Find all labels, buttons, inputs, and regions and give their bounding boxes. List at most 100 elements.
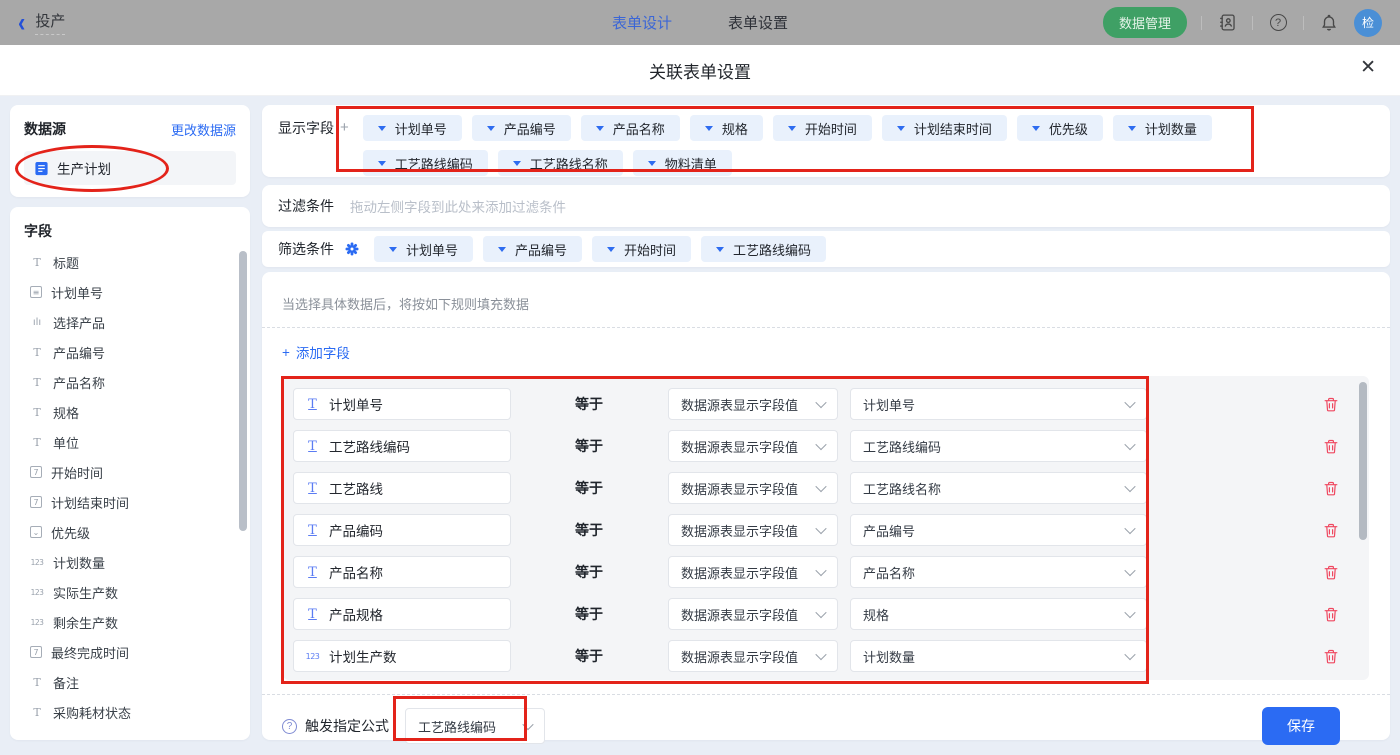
field-list-item[interactable]: 123 剩余生产数	[24, 607, 242, 637]
screen-field-chip[interactable]: 工艺路线编码	[701, 236, 827, 262]
text-icon: T	[308, 438, 317, 454]
field-list-item[interactable]: T 标题	[24, 247, 242, 277]
rule-source-select[interactable]: 数据源表显示字段值	[668, 430, 838, 462]
display-field-chip[interactable]: 计划单号	[362, 115, 462, 141]
rule-value-select[interactable]: 工艺路线名称	[850, 472, 1147, 504]
trash-icon[interactable]	[1323, 479, 1339, 497]
rule-source-value: 数据源表显示字段值	[681, 649, 799, 665]
back-icon[interactable]: ‹	[18, 9, 25, 35]
save-button[interactable]: 保存	[1262, 707, 1340, 745]
display-field-chip[interactable]: 规格	[689, 115, 763, 141]
bell-icon[interactable]	[1318, 12, 1340, 34]
rule-value-select[interactable]: 计划数量	[850, 640, 1147, 672]
screen-field-chip[interactable]: 计划单号	[374, 236, 474, 262]
screen-field-chips: 计划单号 产品编号 开始时间 工艺路线编码	[374, 236, 827, 262]
rule-source-select[interactable]: 数据源表显示字段值	[668, 514, 838, 546]
field-list-item[interactable]: T 规格	[24, 397, 242, 427]
rule-source-select[interactable]: 数据源表显示字段值	[668, 472, 838, 504]
text-icon: T	[33, 405, 41, 419]
display-field-chip[interactable]: 产品编号	[471, 115, 571, 141]
text-icon: T	[33, 705, 41, 719]
rule-field-box[interactable]: T 工艺路线编码	[293, 430, 511, 462]
rule-source-select[interactable]: 数据源表显示字段值	[668, 556, 838, 588]
field-list-item[interactable]: 7 最终完成时间	[24, 637, 242, 667]
rule-field-box[interactable]: T 产品名称	[293, 556, 511, 588]
screen-field-chip[interactable]: 产品编号	[483, 236, 583, 262]
rule-field-box[interactable]: T 产品编码	[293, 514, 511, 546]
field-list-item[interactable]: 123 实际生产数	[24, 577, 242, 607]
rule-value-select[interactable]: 计划单号	[850, 388, 1147, 420]
display-field-chip[interactable]: 产品名称	[580, 115, 680, 141]
rule-operator: 等于	[575, 648, 603, 664]
field-list-item[interactable]: T 单位	[24, 427, 242, 457]
rule-value-select[interactable]: 产品名称	[850, 556, 1147, 588]
rule-source-select[interactable]: 数据源表显示字段值	[668, 388, 838, 420]
rule-value-select[interactable]: 工艺路线编码	[850, 430, 1147, 462]
trash-icon[interactable]	[1323, 563, 1339, 581]
field-list-item[interactable]: T 产品名称	[24, 367, 242, 397]
address-book-icon[interactable]	[1216, 12, 1238, 34]
rule-source-select[interactable]: 数据源表显示字段值	[668, 640, 838, 672]
rule-field-box[interactable]: T 工艺路线	[293, 472, 511, 504]
trash-icon[interactable]	[1323, 437, 1339, 455]
trigger-field-select[interactable]: 工艺路线编码	[405, 708, 545, 744]
display-field-chip[interactable]: 优先级	[1016, 115, 1103, 141]
trash-icon[interactable]	[1323, 395, 1339, 413]
rule-field-box[interactable]: T 产品规格	[293, 598, 511, 630]
trigger-field-value: 工艺路线编码	[418, 719, 497, 735]
back-label[interactable]: 投产	[35, 10, 66, 35]
help-icon[interactable]: ?	[1267, 12, 1289, 34]
add-display-field-icon[interactable]: +	[340, 115, 349, 141]
field-list-item[interactable]: 123 计划数量	[24, 547, 242, 577]
tab-form-settings[interactable]: 表单设置	[728, 12, 788, 33]
field-label: 优先级	[51, 525, 91, 541]
rule-source-select[interactable]: 数据源表显示字段值	[668, 598, 838, 630]
trash-icon[interactable]	[1323, 521, 1339, 539]
rule-field-box[interactable]: 123 计划生产数	[293, 640, 511, 672]
rules-scrollbar[interactable]	[1359, 382, 1367, 540]
close-icon[interactable]: ✕	[1360, 58, 1376, 77]
field-list-item[interactable]: ≡ 计划单号	[24, 277, 242, 307]
display-field-chip[interactable]: 开始时间	[772, 115, 872, 141]
trigger-formula-label: 触发指定公式	[305, 718, 389, 734]
rule-value-select[interactable]: 产品编号	[850, 514, 1147, 546]
field-list-item[interactable]: 7 计划结束时间	[24, 487, 242, 517]
datasource-item-production-plan[interactable]: 生产计划	[24, 151, 236, 185]
fields-card: 字段 T 标题 ≡ 计划单号 ılı 选择产品 T 产品编号 T 产品名称 T …	[10, 207, 250, 740]
change-datasource-link[interactable]: 更改数据源	[171, 120, 236, 139]
display-field-chip[interactable]: 工艺路线编码	[362, 150, 488, 176]
field-label: 选择产品	[53, 315, 106, 331]
field-list-item[interactable]: ılı 选择产品	[24, 307, 242, 337]
field-list-item[interactable]: T 采购耗材状态	[24, 697, 242, 727]
text-icon: T	[33, 375, 41, 389]
chip-label: 工艺路线编码	[733, 242, 812, 258]
user-avatar[interactable]: 检	[1354, 8, 1382, 37]
display-field-chip[interactable]: 计划结束时间	[881, 115, 1007, 141]
field-list-item[interactable]: ⌄ 优先级	[24, 517, 242, 547]
text-icon: T	[33, 345, 41, 359]
rule-field-box[interactable]: T 计划单号	[293, 388, 511, 420]
display-field-chip[interactable]: 计划数量	[1112, 115, 1212, 141]
trash-icon[interactable]	[1323, 605, 1339, 623]
chevron-down-icon	[1124, 522, 1136, 535]
screen-field-chip[interactable]: 开始时间	[592, 236, 692, 262]
field-list-item[interactable]: T 产品编号	[24, 337, 242, 367]
sidebar-scrollbar[interactable]	[239, 251, 247, 531]
blue-document-icon	[34, 161, 49, 176]
add-field-button[interactable]: + 添加字段	[282, 342, 350, 362]
gear-icon[interactable]	[344, 241, 360, 257]
rule-operator: 等于	[575, 522, 603, 538]
field-list-item[interactable]: T 备注	[24, 667, 242, 697]
rule-row: 123 计划生产数 等于 数据源表显示字段值 计划数量	[283, 635, 1369, 677]
display-field-chip[interactable]: 工艺路线名称	[497, 150, 623, 176]
filter-drop-placeholder[interactable]: 拖动左侧字段到此处来添加过滤条件	[350, 196, 566, 216]
display-field-chip[interactable]: 物料清单	[632, 150, 732, 176]
chevron-down-icon	[1124, 480, 1136, 493]
field-list-item[interactable]: 7 开始时间	[24, 457, 242, 487]
tab-form-design[interactable]: 表单设计	[612, 12, 672, 33]
rule-operator: 等于	[575, 396, 603, 412]
rule-value-select[interactable]: 规格	[850, 598, 1147, 630]
help-icon[interactable]: ?	[282, 718, 297, 734]
data-manage-button[interactable]: 数据管理	[1102, 7, 1187, 38]
trash-icon[interactable]	[1323, 647, 1339, 665]
